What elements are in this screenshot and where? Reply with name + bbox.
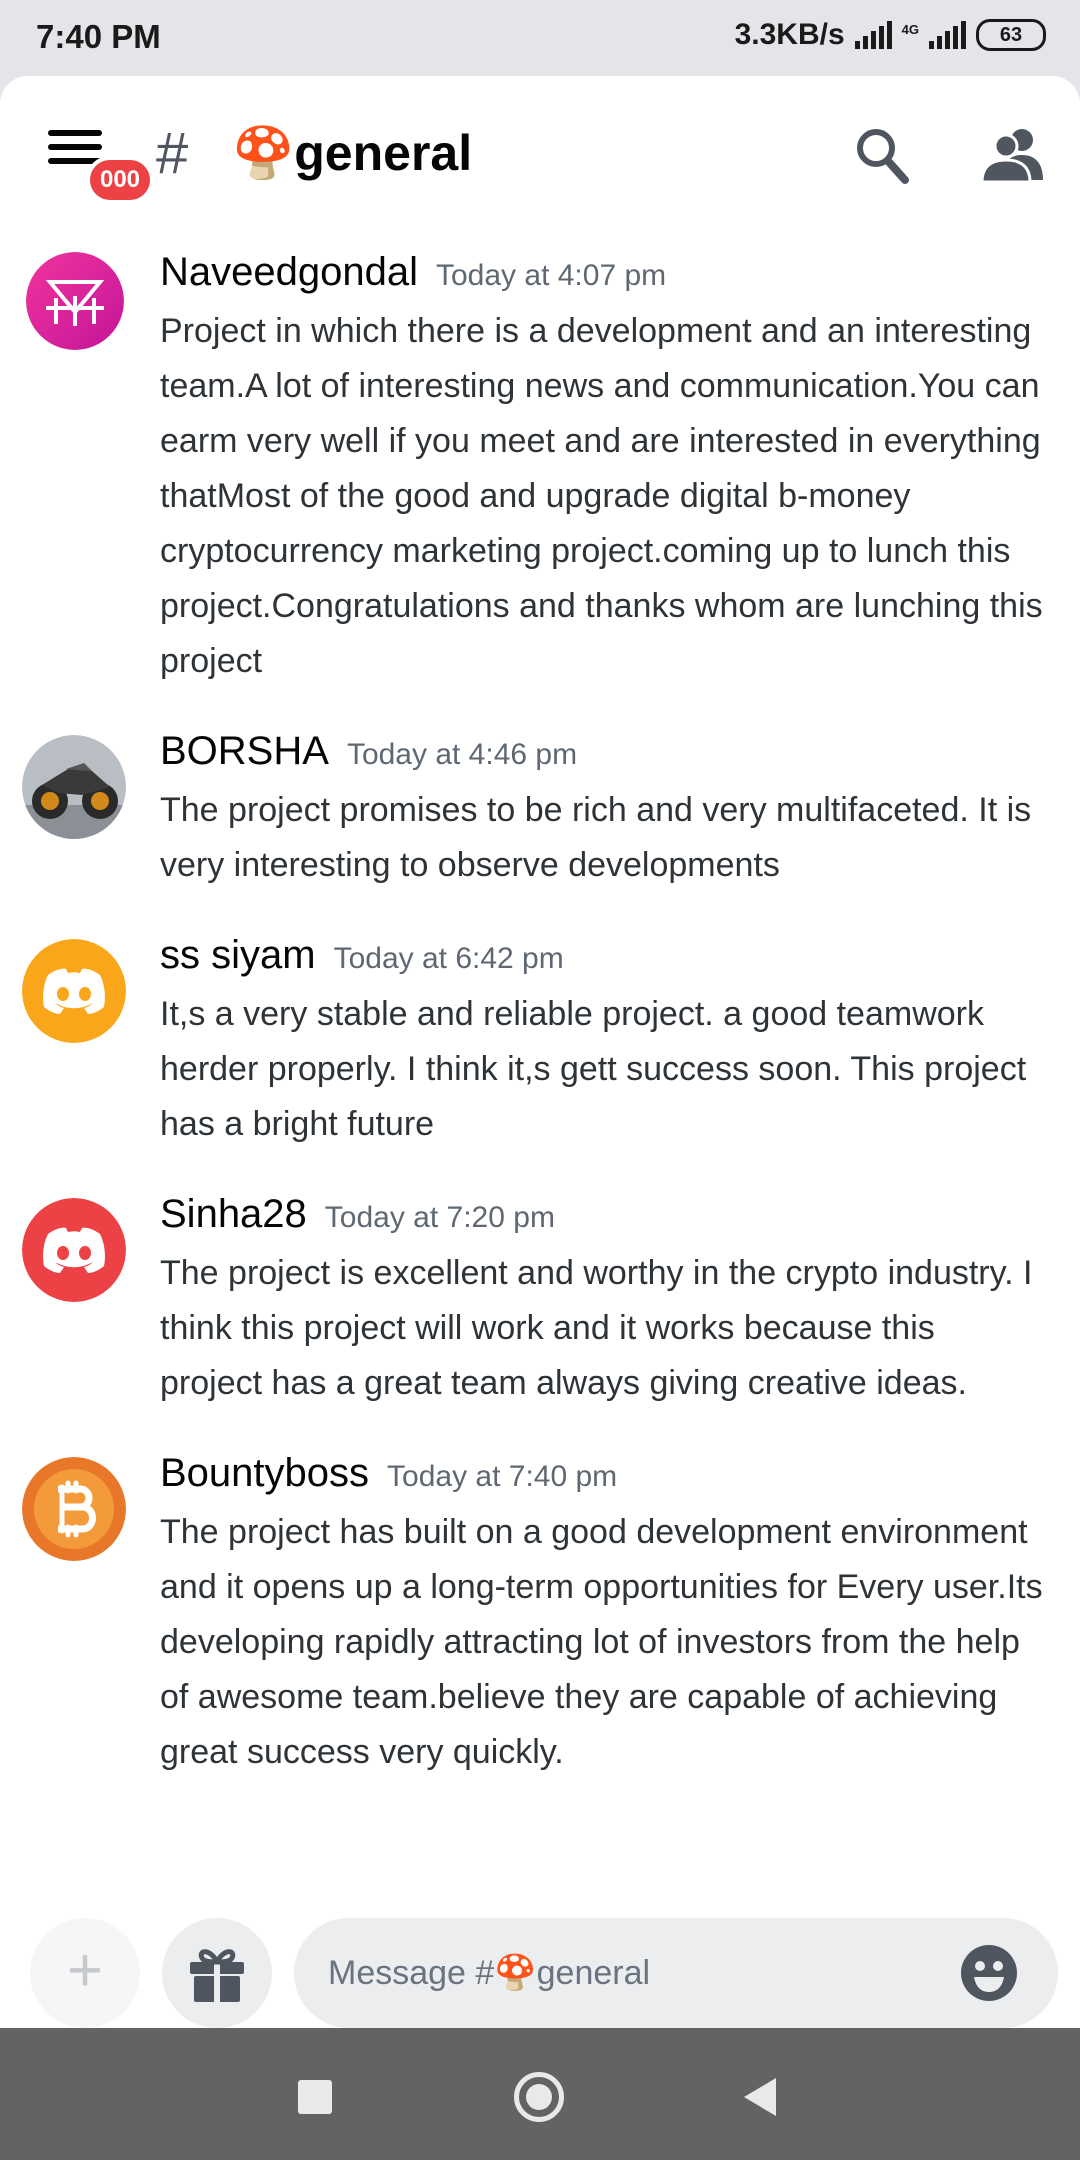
- notification-badge: 000: [86, 156, 154, 204]
- message-author[interactable]: Naveedgondal: [160, 250, 418, 295]
- message-list: Naveedgondal Today at 4:07 pm Project in…: [0, 236, 1080, 1806]
- home-button[interactable]: [514, 2072, 564, 2122]
- message-text: The project promises to be rich and very…: [160, 791, 1032, 884]
- avatar[interactable]: [22, 939, 126, 1043]
- message-author[interactable]: ss siyam: [160, 933, 316, 978]
- message-meta: ss siyam Today at 6:42 pm: [160, 919, 1044, 989]
- message-text: The project is excellent and worthy in t…: [160, 1254, 1033, 1402]
- status-bar: 7:40 PM 3.3KB/s 4G 63: [0, 0, 1080, 76]
- channel-name: general: [294, 125, 473, 181]
- network-type: 4G: [901, 21, 919, 37]
- message-timestamp: Today at 4:46 pm: [346, 738, 578, 771]
- message-item[interactable]: Sinha28 Today at 7:20 pm The project is …: [0, 1178, 1080, 1411]
- add-attachment-button[interactable]: +: [30, 1918, 140, 2028]
- network-speed: 3.3KB/s: [734, 18, 845, 51]
- message-text: It,s a very stable and reliable project.…: [160, 995, 1027, 1143]
- bitcoin-logo-icon: [22, 1457, 126, 1561]
- members-icon[interactable]: [980, 126, 1044, 182]
- status-time: 7:40 PM: [36, 18, 161, 55]
- message-timestamp: Today at 7:40 pm: [387, 1460, 618, 1493]
- back-button[interactable]: [744, 2078, 776, 2116]
- gift-icon: [190, 1949, 244, 2002]
- message-timestamp: Today at 4:07 pm: [436, 259, 667, 292]
- emoji-icon[interactable]: [960, 1944, 1018, 2002]
- message-text: The project has built on a good developm…: [160, 1513, 1043, 1771]
- message-text: Project in which there is a development …: [160, 312, 1043, 680]
- channel-header: 000 # 🍄general: [0, 76, 1080, 236]
- message-timestamp: Today at 6:42 pm: [333, 942, 564, 975]
- recent-apps-button[interactable]: [298, 2080, 332, 2114]
- message-timestamp: Today at 7:20 pm: [324, 1201, 555, 1234]
- message-meta: Naveedgondal Today at 4:07 pm: [160, 236, 1044, 306]
- message-item[interactable]: Bountyboss Today at 7:40 pm The project …: [0, 1437, 1080, 1780]
- search-icon[interactable]: [854, 126, 910, 186]
- message-meta: BORSHA Today at 4:46 pm: [160, 715, 1044, 785]
- hash-icon: #: [156, 121, 189, 186]
- system-navigation-bar: [0, 2028, 1080, 2160]
- battery-icon: 63: [976, 19, 1046, 51]
- channel-emoji: 🍄: [232, 125, 295, 181]
- avatar[interactable]: [26, 252, 124, 350]
- avatar[interactable]: [22, 735, 126, 839]
- discord-logo-icon: [22, 939, 126, 1043]
- discord-logo-icon: [22, 1198, 126, 1302]
- channel-title[interactable]: 🍄general: [232, 124, 472, 183]
- message-meta: Bountyboss Today at 7:40 pm: [160, 1437, 1044, 1507]
- message-meta: Sinha28 Today at 7:20 pm: [160, 1178, 1044, 1248]
- message-author[interactable]: Bountyboss: [160, 1451, 369, 1496]
- message-author[interactable]: BORSHA: [160, 729, 329, 774]
- motorcycle-avatar-icon: [22, 735, 126, 839]
- monogram-logo-icon: [26, 252, 124, 350]
- message-input[interactable]: [294, 1918, 1058, 2028]
- message-composer: +: [0, 1896, 1080, 2028]
- message-item[interactable]: Naveedgondal Today at 4:07 pm Project in…: [0, 236, 1080, 689]
- channel-panel: 000 # 🍄general Naveedgondal Today at 4:0…: [0, 76, 1080, 2028]
- gift-button[interactable]: [162, 1918, 272, 2028]
- avatar[interactable]: [22, 1457, 126, 1561]
- avatar[interactable]: [22, 1198, 126, 1302]
- message-author[interactable]: Sinha28: [160, 1192, 307, 1237]
- cell-signal-icon: [929, 21, 966, 49]
- message-item[interactable]: ss siyam Today at 6:42 pm It,s a very st…: [0, 919, 1080, 1152]
- status-indicators: 3.3KB/s 4G 63: [735, 18, 1046, 52]
- message-item[interactable]: BORSHA Today at 4:46 pm The project prom…: [0, 715, 1080, 893]
- wifi-signal-icon: [854, 21, 892, 49]
